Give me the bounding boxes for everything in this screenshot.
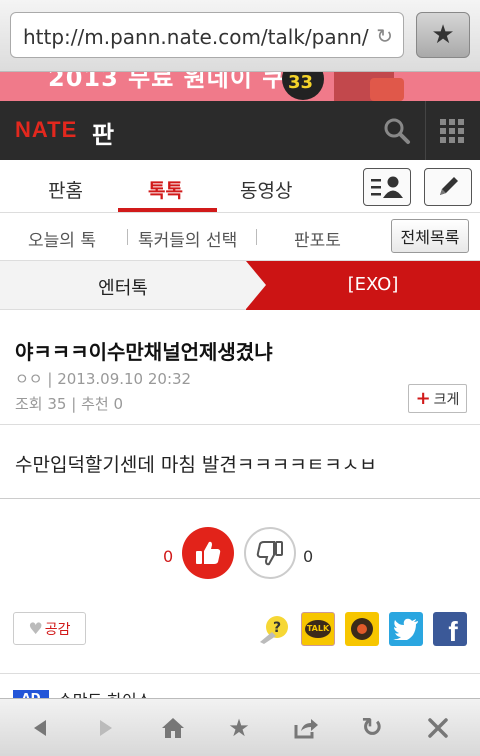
search-icon[interactable] [383, 117, 411, 145]
dislike-button[interactable] [244, 527, 296, 579]
my-page-button[interactable] [363, 168, 411, 206]
user-list-icon [371, 176, 403, 198]
header-divider [425, 101, 426, 160]
browser-toolbar: ★ ↻ [0, 698, 480, 756]
nate-logo[interactable]: NATE [15, 117, 77, 143]
empathy-label: 공감 [44, 621, 71, 638]
category-current[interactable]: [EXO] [266, 274, 480, 295]
divider [0, 498, 480, 499]
forward-icon[interactable] [91, 714, 121, 742]
subnav-talkers-choice[interactable]: 톡커들의 선택 [138, 226, 237, 251]
mitoo-icon[interactable]: ? [258, 612, 292, 646]
views-label: 조회 [15, 395, 43, 413]
home-icon[interactable] [158, 714, 188, 742]
category-arrow [246, 261, 266, 309]
bookmark-star-button[interactable]: ★ [416, 12, 470, 58]
subnav-pann-photo[interactable]: 판포토 [294, 226, 341, 251]
all-services-grid-icon[interactable] [440, 119, 464, 143]
reload-icon[interactable]: ↻ [376, 24, 393, 48]
subnav-separator [256, 229, 257, 245]
thumbs-down-icon [256, 541, 283, 566]
post-date: 2013.09.10 20:32 [57, 370, 192, 388]
thumbs-up-icon [196, 541, 221, 564]
facebook-icon[interactable]: f [433, 612, 467, 647]
bookmark-icon[interactable]: ★ [224, 714, 254, 742]
subnav-today-talk[interactable]: 오늘의 톡 [28, 226, 96, 251]
url-text[interactable]: http://m.pann.nate.com/talk/pann/319 [23, 25, 369, 49]
recommend-count: 0 [113, 395, 124, 413]
nav-pann-home[interactable]: 판홈 [48, 176, 83, 203]
svg-text:?: ? [273, 620, 281, 636]
banner-badge: 33 [282, 72, 324, 100]
post-title: 야ㅋㅋㅋ이수만채널언제생겼냐 [15, 340, 273, 364]
write-button[interactable] [424, 168, 472, 206]
star-icon: ★ [431, 20, 455, 50]
like-button[interactable] [182, 527, 234, 579]
subnav-separator [127, 229, 128, 245]
all-list-button[interactable]: 전체목록 [391, 219, 469, 253]
divider [0, 424, 480, 425]
post-stats: 조회 35 | 추천 0 [15, 395, 124, 413]
category-bar: 엔터톡 [EXO] [0, 261, 480, 310]
active-tab-indicator [118, 208, 217, 212]
plus-icon: + [415, 388, 431, 409]
post-meta: ㅇㅇ | 2013.09.10 20:32 [15, 370, 192, 388]
back-icon[interactable] [25, 714, 55, 742]
site-header: NATE 판 [0, 101, 480, 160]
empathy-button[interactable]: ♥ 공감 [13, 612, 86, 645]
banner-image-detail [370, 78, 404, 101]
kakaotalk-icon[interactable]: TALK [301, 612, 335, 646]
top-banner-ad[interactable]: 2013 무료 원데이 쿠키 33 [0, 72, 480, 101]
enlarge-label: 크게 [433, 391, 460, 408]
post-body: 수만입덕할기센데 마침 발견ㅋㅋㅋㅋㅌㅋㅅㅂ [15, 454, 377, 476]
banner-text: 2013 무료 원데이 쿠키 [48, 72, 309, 92]
sub-nav: 오늘의 톡 톡커들의 선택 판포토 전체목록 [0, 213, 480, 261]
nav-toktok[interactable]: 톡톡 [148, 176, 183, 203]
heart-icon: ♥ [28, 619, 43, 638]
kakaostory-icon[interactable] [345, 612, 379, 646]
dislike-count: 0 [303, 547, 314, 566]
pencil-icon [440, 177, 458, 195]
twitter-icon[interactable] [389, 612, 423, 646]
main-nav: 판홈 톡톡 동영상 [0, 160, 480, 213]
url-field[interactable]: http://m.pann.nate.com/talk/pann/319 ↻ [10, 12, 404, 58]
category-parent[interactable]: 엔터톡 [0, 274, 246, 300]
refresh-icon[interactable]: ↻ [357, 713, 387, 743]
share-icon[interactable] [291, 714, 321, 742]
browser-address-bar: http://m.pann.nate.com/talk/pann/319 ↻ ★ [0, 0, 480, 72]
enlarge-text-button[interactable]: + 크게 [408, 384, 467, 413]
like-count: 0 [163, 547, 174, 566]
recommend-label: 추천 [81, 395, 109, 413]
nav-video[interactable]: 동영상 [240, 176, 292, 203]
close-icon[interactable] [423, 714, 453, 742]
views-count: 35 [47, 395, 67, 413]
divider [0, 673, 480, 674]
pann-section-title[interactable]: 판 [92, 115, 114, 150]
post-author: ㅇㅇ [15, 370, 43, 388]
